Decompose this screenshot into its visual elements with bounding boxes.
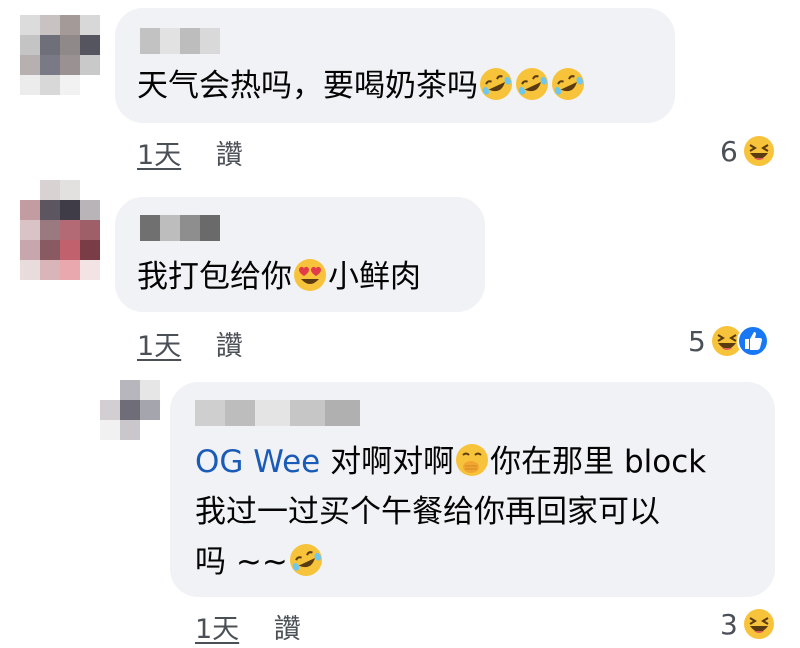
like-action-button[interactable]: 讚 — [216, 140, 243, 171]
rofl-emoji — [289, 544, 322, 576]
reaction-count: 3 — [720, 607, 738, 641]
reaction-summary[interactable]: 3 — [720, 607, 776, 641]
replier-name-blurred[interactable] — [195, 400, 360, 426]
reply-text-line-3: 吗 ~~ — [195, 540, 324, 584]
reaction-count: 6 — [720, 134, 738, 168]
comment-timestamp-link[interactable]: 1天 — [137, 331, 181, 362]
reply-text-line-1: OG Wee 对啊对啊 你在那里 block — [195, 440, 706, 484]
reaction-summary[interactable]: 6 — [720, 134, 776, 168]
like-emoji — [736, 325, 769, 357]
like-action-button[interactable]: 讚 — [274, 614, 301, 645]
mention-link[interactable]: OG Wee — [195, 444, 320, 480]
comment-meta: 1天 讚 — [137, 133, 243, 172]
like-action-button[interactable]: 讚 — [216, 331, 243, 362]
comment-meta: 1天 讚 — [137, 324, 243, 363]
comment-text: 我打包给你 小鲜肉 — [137, 255, 421, 299]
rofl-emoji — [516, 68, 548, 100]
comment-text-body: 我打包给你 — [137, 259, 292, 295]
laughing-emoji — [743, 609, 774, 639]
commenter-avatar[interactable] — [20, 15, 100, 95]
heart-eyes-emoji — [294, 259, 326, 291]
reply-text-segment: 对啊对啊 — [320, 444, 455, 480]
reaction-count: 5 — [688, 324, 706, 358]
reply-meta: 1天 讚 — [195, 607, 301, 646]
comment-timestamp-link[interactable]: 1天 — [137, 140, 181, 171]
reply-text-line-2: 我过一过买个午餐给你再回家可以 — [195, 490, 660, 534]
reply-text-segment: 吗 ~~ — [195, 544, 288, 580]
reply-text-segment: 你在那里 block — [490, 444, 707, 480]
rofl-emoji — [480, 68, 512, 100]
laughing-emoji — [743, 136, 774, 166]
comment-timestamp-link[interactable]: 1天 — [195, 614, 239, 645]
reaction-summary[interactable]: 5 — [688, 324, 770, 358]
reply-text-segment: 我过一过买个午餐给你再回家可以 — [195, 494, 660, 530]
rofl-emoji — [552, 68, 584, 100]
commenter-name-blurred[interactable] — [140, 28, 220, 54]
comment-text-body: 天气会热吗，要喝奶茶吗 — [137, 68, 478, 104]
commenter-avatar[interactable] — [20, 180, 100, 280]
commenter-name-blurred[interactable] — [140, 215, 220, 241]
comment-text: 天气会热吗，要喝奶茶吗 — [137, 64, 586, 108]
comment-text-body: 小鲜肉 — [328, 259, 421, 295]
replier-avatar[interactable] — [100, 380, 160, 440]
face-with-hand-over-mouth-emoji — [456, 444, 489, 476]
